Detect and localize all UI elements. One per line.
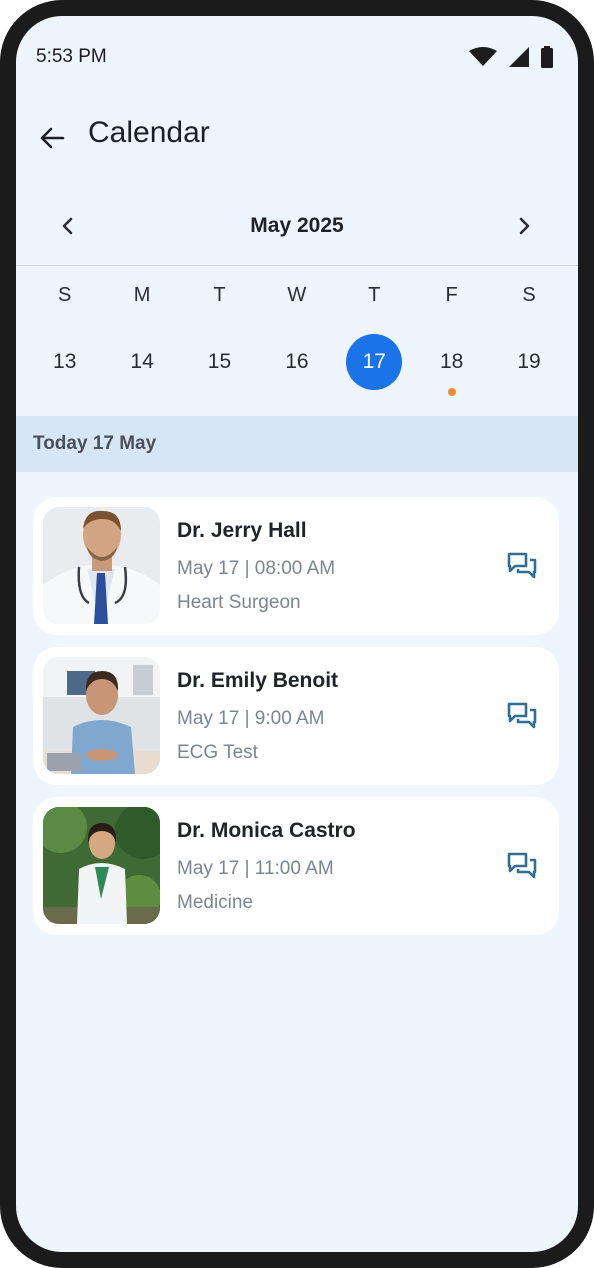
day-cell[interactable]: 14 bbox=[103, 334, 180, 390]
week-days: 13 14 15 16 17 18 19 bbox=[26, 334, 568, 396]
chat-button[interactable] bbox=[505, 699, 539, 733]
doctor-specialty: Heart Surgeon bbox=[177, 592, 301, 613]
day-cell[interactable]: 19 bbox=[490, 334, 567, 390]
chat-icon bbox=[507, 852, 537, 879]
event-dot bbox=[447, 388, 456, 396]
wifi-icon bbox=[469, 47, 497, 66]
day-number: 14 bbox=[130, 350, 154, 373]
appointment-card[interactable]: Dr. Emily Benoit May 17 | 9:00 AM ECG Te… bbox=[33, 647, 559, 785]
doctor-specialty: ECG Test bbox=[177, 742, 258, 763]
page-title: Calendar bbox=[88, 116, 210, 149]
day-number: 19 bbox=[517, 350, 541, 373]
cellular-signal-icon bbox=[509, 47, 529, 67]
battery-icon bbox=[541, 46, 553, 68]
day-cell[interactable]: 18 bbox=[413, 334, 490, 396]
today-label: Today 17 May bbox=[33, 433, 157, 454]
status-icons bbox=[468, 46, 554, 68]
calendar-divider bbox=[16, 265, 578, 266]
doctor-specialty: Medicine bbox=[177, 892, 254, 913]
appointment-time: May 17 | 9:00 AM bbox=[177, 708, 325, 729]
previous-month-button[interactable] bbox=[52, 210, 84, 242]
weekday-header: S M T W T F S bbox=[26, 284, 568, 307]
weekday-label: T bbox=[213, 284, 226, 306]
doctor-photo bbox=[43, 807, 160, 924]
doctor-name: Dr. Emily Benoit bbox=[177, 669, 339, 692]
chat-button[interactable] bbox=[505, 549, 539, 583]
next-month-button[interactable] bbox=[508, 210, 540, 242]
weekday-label: W bbox=[287, 284, 307, 306]
day-number: 17 bbox=[346, 334, 403, 390]
day-cell-selected[interactable]: 17 bbox=[336, 334, 413, 390]
phone-frame: 5:53 PM Calendar May 2025 S M T W T F S … bbox=[0, 0, 594, 1268]
back-button[interactable] bbox=[34, 120, 70, 156]
day-cell[interactable]: 13 bbox=[26, 334, 103, 390]
weekday-label: M bbox=[133, 284, 151, 306]
day-number: 15 bbox=[207, 350, 232, 373]
doctor-name: Dr. Jerry Hall bbox=[177, 519, 307, 542]
doctor-photo bbox=[43, 507, 160, 624]
appointment-time: May 17 | 08:00 AM bbox=[177, 558, 336, 579]
today-section-header: Today 17 May bbox=[16, 416, 578, 472]
day-cell[interactable]: 16 bbox=[258, 334, 335, 390]
month-navigation: May 2025 bbox=[16, 206, 578, 246]
weekday-label: T bbox=[368, 284, 381, 306]
doctor-name: Dr. Monica Castro bbox=[177, 819, 356, 842]
chat-icon bbox=[507, 702, 537, 729]
day-number: 18 bbox=[439, 350, 464, 373]
appointment-card[interactable]: Dr. Monica Castro May 17 | 11:00 AM Medi… bbox=[33, 797, 559, 935]
status-time: 5:53 PM bbox=[36, 46, 107, 67]
day-cell[interactable]: 15 bbox=[181, 334, 258, 390]
chat-icon bbox=[507, 552, 537, 579]
chevron-right-icon bbox=[519, 217, 530, 235]
chat-button[interactable] bbox=[505, 849, 539, 883]
month-label: May 2025 bbox=[250, 214, 344, 237]
day-number: 16 bbox=[285, 350, 309, 373]
arrow-left-icon bbox=[40, 127, 65, 149]
doctor-photo bbox=[43, 657, 160, 774]
weekday-label: S bbox=[522, 284, 536, 306]
appointment-card[interactable]: Dr. Jerry Hall May 17 | 08:00 AM Heart S… bbox=[33, 497, 559, 635]
chevron-left-icon bbox=[62, 217, 73, 235]
day-number: 13 bbox=[53, 350, 77, 373]
appointment-time: May 17 | 11:00 AM bbox=[177, 858, 334, 879]
weekday-label: S bbox=[58, 284, 72, 306]
weekday-label: F bbox=[445, 284, 458, 306]
app-screen: 5:53 PM Calendar May 2025 S M T W T F S … bbox=[16, 16, 578, 1252]
